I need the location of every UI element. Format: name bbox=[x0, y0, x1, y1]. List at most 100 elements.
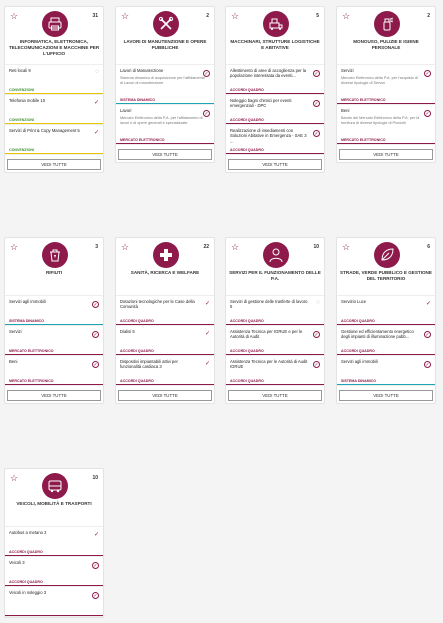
item-title[interactable]: Servizi bbox=[341, 68, 431, 73]
category-card: ☆ 31 INFORMATICA, ELETTRONICA, TELECOMUNIC… bbox=[4, 6, 104, 173]
item-title[interactable]: Servizi agli immobili bbox=[341, 359, 431, 364]
category-title[interactable]: SERVIZI PER IL FUNZIONAMENTO DELLE P.A. bbox=[229, 270, 321, 282]
item-title[interactable]: Gestione ed efficientamento energetico d… bbox=[341, 329, 431, 340]
item-divider bbox=[116, 384, 214, 385]
list-item[interactable]: Dialisi 5 ACCORDI QUADRO ✓ bbox=[116, 326, 214, 356]
check-circle-icon: ✓ bbox=[92, 361, 99, 368]
check-circle-icon: ✓ bbox=[203, 110, 210, 117]
item-title[interactable]: Servizi agli immobili bbox=[9, 299, 99, 304]
view-all-button[interactable]: VEDI TUTTE bbox=[7, 390, 101, 401]
checkmark-icon: ✓ bbox=[93, 130, 99, 136]
category-title[interactable]: VEICOLI, MOBILITÀ E TRASPORTI bbox=[8, 501, 100, 507]
item-title[interactable]: Servizi di gestione delle trasferte di l… bbox=[230, 299, 320, 310]
list-item[interactable]: Servizio Luce ACCORDI QUADRO ✓ bbox=[337, 296, 435, 326]
list-item[interactable]: Servizi MERCATO ELETTRONICO ✓ bbox=[5, 326, 103, 356]
item-title[interactable]: Realizzazione di insediamenti con Soluzi… bbox=[230, 128, 320, 144]
list-item[interactable]: Autobus a metano 2 ACCORDI QUADRO ✓ bbox=[5, 527, 103, 557]
view-all-button[interactable]: VEDI TUTTE bbox=[7, 159, 101, 170]
item-title[interactable]: Telefonia mobile 10 bbox=[9, 98, 99, 103]
favorite-star-icon[interactable]: ☆ bbox=[342, 243, 351, 252]
list-item[interactable]: Servizi agli immobili SISTEMA DINAMICO ✓ bbox=[5, 296, 103, 326]
favorite-star-icon[interactable]: ☆ bbox=[121, 12, 130, 21]
category-card: ☆ 2 MONOUSO, PULIZIE E IGIENE PERSONALE Ser… bbox=[336, 6, 436, 163]
item-title[interactable]: Dispositivi impiantabili attivi per funz… bbox=[120, 359, 210, 370]
view-all-button[interactable]: VEDI TUTTE bbox=[339, 149, 433, 160]
item-divider bbox=[5, 585, 103, 586]
item-title[interactable]: Lavori di Manutenzione bbox=[120, 68, 210, 73]
category-title[interactable]: MACCHINARI, STRUTTURE LOGISTICHE E ABITA… bbox=[229, 39, 321, 51]
category-title[interactable]: RIFIUTI bbox=[8, 270, 100, 276]
item-tag: ACCORDI QUADRO bbox=[230, 319, 264, 323]
check-circle-icon: ✓ bbox=[92, 301, 99, 308]
list-item[interactable]: Dotazioni tecnologiche per le Case della… bbox=[116, 296, 214, 326]
category-card: ☆ 10 SERVIZI PER IL FUNZIONAMENTO DELLE P.… bbox=[225, 237, 325, 404]
list-item[interactable]: Allestimento di aree di accoglienza per … bbox=[226, 65, 324, 95]
category-title[interactable]: MONOUSO, PULIZIE E IGIENE PERSONALE bbox=[340, 39, 432, 51]
list-item[interactable]: Gestione ed efficientamento energetico d… bbox=[337, 326, 435, 356]
item-description: Sistema dinamico di acquisizione per l'a… bbox=[120, 76, 205, 86]
item-title[interactable]: Dialisi 5 bbox=[120, 329, 210, 334]
check-circle-icon: ✓ bbox=[313, 70, 320, 77]
item-title[interactable]: Veicoli in noleggio 3 bbox=[9, 590, 99, 595]
favorite-star-icon[interactable]: ☆ bbox=[231, 243, 240, 252]
person-icon bbox=[263, 242, 289, 268]
checkmark-icon: ✓ bbox=[93, 532, 99, 538]
leaf-icon bbox=[374, 242, 400, 268]
favorite-star-icon[interactable]: ☆ bbox=[10, 243, 19, 252]
favorite-star-icon[interactable]: ☆ bbox=[231, 12, 240, 21]
tools-icon bbox=[153, 11, 179, 37]
item-title[interactable]: Beni bbox=[341, 108, 431, 113]
favorite-star-icon[interactable]: ☆ bbox=[342, 12, 351, 21]
favorite-star-icon[interactable]: ☆ bbox=[10, 474, 19, 483]
item-title[interactable]: Beni bbox=[9, 359, 99, 364]
item-title[interactable]: Servizi bbox=[9, 329, 99, 334]
list-item[interactable]: Veicoli 3 ACCORDI QUADRO ✓ bbox=[5, 557, 103, 587]
list-item[interactable]: Assistenza Tecnica per le Autorità di Au… bbox=[226, 356, 324, 386]
list-item[interactable]: Beni MERCATO ELETTRONICO ✓ bbox=[5, 356, 103, 386]
list-item[interactable]: Dispositivi impiantabili attivi per funz… bbox=[116, 356, 214, 386]
item-title[interactable]: Lavori bbox=[120, 108, 210, 113]
list-item[interactable]: Beni Bando del Mercato Elettronico della … bbox=[337, 105, 435, 145]
view-all-button[interactable]: VEDI TUTTE bbox=[339, 390, 433, 401]
item-title[interactable]: Autobus a metano 2 bbox=[9, 530, 99, 535]
view-all-button[interactable]: VEDI TUTTE bbox=[228, 159, 322, 170]
list-item[interactable]: Telefonia mobile 10 CONVENZIONI ✓ bbox=[5, 95, 103, 125]
list-item[interactable]: Veicoli in noleggio 3 ✓ bbox=[5, 587, 103, 617]
item-title[interactable]: Assistenza Tecnica per le Autorità di Au… bbox=[230, 359, 320, 370]
view-all-button[interactable]: VEDI TUTTE bbox=[228, 390, 322, 401]
list-item[interactable]: Servizi di Print & Copy Management 5 CONV… bbox=[5, 125, 103, 155]
favorite-star-icon[interactable]: ☆ bbox=[10, 12, 19, 21]
category-title[interactable]: SANITÀ, RICERCA E WELFARE bbox=[119, 270, 211, 276]
card-header: ☆ 3 RIFIUTI bbox=[5, 238, 103, 296]
item-title[interactable]: Noleggio bagni chimici per eventi emerge… bbox=[230, 98, 320, 109]
list-item[interactable]: Servizi di gestione delle trasferte di l… bbox=[226, 296, 324, 326]
list-item[interactable]: Reti locali 9 CONVENZIONI ◌ bbox=[5, 65, 103, 95]
item-title[interactable]: Dotazioni tecnologiche per le Case della… bbox=[120, 299, 210, 310]
item-title[interactable]: Servizio Luce bbox=[341, 299, 431, 304]
item-title[interactable]: Reti locali 9 bbox=[9, 68, 99, 73]
recycle-icon bbox=[42, 242, 68, 268]
list-item[interactable]: Servizi Mercato Elettronico della P.A. pe… bbox=[337, 65, 435, 105]
list-item[interactable]: Realizzazione di insediamenti con Soluzi… bbox=[226, 125, 324, 155]
list-item[interactable]: Servizi agli immobili SISTEMA DINAMICO ✓ bbox=[337, 356, 435, 386]
list-item[interactable]: Lavori Mercato Elettronico della P.A. per… bbox=[116, 105, 214, 145]
item-title[interactable]: Veicoli 3 bbox=[9, 560, 99, 565]
view-all-button[interactable]: VEDI TUTTE bbox=[118, 149, 212, 160]
item-title[interactable]: Servizi di Print & Copy Management 5 bbox=[9, 128, 99, 133]
check-circle-icon: ✓ bbox=[424, 110, 431, 117]
list-item[interactable]: Noleggio bagni chimici per eventi emerge… bbox=[226, 95, 324, 125]
item-tag: MERCATO ELETTRONICO bbox=[120, 138, 165, 142]
item-title[interactable]: Assistenza Tecnica per IGRUE e per le Au… bbox=[230, 329, 320, 340]
check-circle-icon: ✓ bbox=[203, 70, 210, 77]
category-title[interactable]: STRADE, VERDE PUBBLICO E GESTIONE DEL TE… bbox=[340, 270, 432, 282]
category-title[interactable]: INFORMATICA, ELETTRONICA, TELECOMUNICAZI… bbox=[8, 39, 100, 57]
view-all-button[interactable]: VEDI TUTTE bbox=[118, 390, 212, 401]
item-title[interactable]: Allestimento di aree di accoglienza per … bbox=[230, 68, 320, 79]
checkmark-icon: ✓ bbox=[204, 331, 210, 337]
list-item[interactable]: Assistenza Tecnica per IGRUE e per le Au… bbox=[226, 326, 324, 356]
favorite-star-icon[interactable]: ☆ bbox=[121, 243, 130, 252]
list-item[interactable]: Lavori di Manutenzione Sistema dinamico d… bbox=[116, 65, 214, 105]
category-title[interactable]: LAVORI DI MANUTENZIONE E OPERE PUBBLICHE bbox=[119, 39, 211, 51]
item-divider bbox=[5, 93, 103, 94]
item-divider bbox=[226, 123, 324, 124]
